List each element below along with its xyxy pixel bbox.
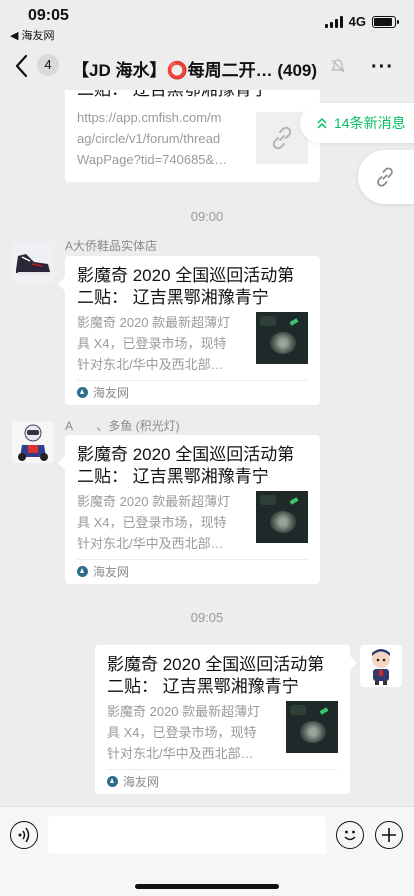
emoji-button[interactable] [336, 821, 364, 849]
cartoon-avatar-icon [360, 645, 402, 687]
card-thumbnail [286, 701, 338, 753]
more-options-button[interactable]: ··· [371, 56, 394, 79]
card-desc-line: 具 X4，已登录市场，现特 [107, 725, 257, 740]
link-icon [377, 167, 393, 187]
message-input[interactable] [48, 816, 326, 854]
network-type: 4G [348, 14, 366, 29]
emoji-icon [344, 830, 356, 841]
plus-icon [382, 828, 396, 842]
timestamp: 09:05 [190, 610, 224, 625]
source-name: 海友网 [93, 386, 130, 400]
chevron-left-icon [15, 54, 28, 78]
card-desc-line: 影魔奇 2020 款最新超薄灯 [77, 494, 231, 509]
card-desc-line: 影魔奇 2020 款最新超薄灯 [107, 704, 261, 719]
status-time: 09:05 [28, 7, 69, 24]
more-actions-button[interactable] [375, 821, 403, 849]
avatar[interactable] [12, 242, 54, 284]
card-divider [77, 380, 308, 381]
double-chevron-up-icon [317, 117, 327, 129]
message-input-bar [0, 806, 414, 896]
home-indicator [135, 884, 279, 889]
card-desc-line: 具 X4，已登录市场，现特 [77, 515, 227, 530]
chat-message-list[interactable]: 二贴： 辽吉黑鄂湘豫青宁 https://app.cmfish.com/m ag… [0, 90, 414, 806]
card-source: 海友网 [77, 563, 129, 580]
status-bar: 09:05 ◀ 海友网 4G [0, 0, 414, 44]
card-divider [77, 559, 308, 560]
source-name: 海友网 [93, 565, 130, 579]
floating-link-button[interactable] [358, 150, 414, 204]
sneaker-avatar-icon [12, 242, 54, 284]
bubble-tail [350, 656, 357, 670]
card-title-line: 影魔奇 2020 全国巡回活动第 [107, 655, 325, 674]
bubble-tail [58, 456, 65, 470]
link-message-card[interactable]: 影魔奇 2020 全国巡回活动第 二贴： 辽吉黑鄂湘豫青宁 影魔奇 2020 款… [65, 256, 320, 405]
racer-avatar-icon [12, 421, 54, 463]
new-messages-button[interactable]: 14条新消息 [300, 103, 414, 143]
card-url-line: ag/circle/v1/forum/thread [77, 131, 221, 146]
source-logo-icon [107, 776, 118, 787]
chat-header: 4 【JD 海水】⭕每周二开… (409) ··· [0, 44, 414, 90]
card-title: 二贴： 辽吉黑鄂湘豫青宁 [77, 90, 307, 101]
card-thumbnail [256, 312, 308, 364]
link-message-card[interactable]: 影魔奇 2020 全国巡回活动第 二贴： 辽吉黑鄂湘豫青宁 影魔奇 2020 款… [95, 645, 350, 794]
avatar[interactable] [12, 421, 54, 463]
card-title-line: 二贴： 辽吉黑鄂湘豫青宁 [77, 288, 269, 307]
ellipsis-icon: ··· [371, 56, 394, 78]
card-source: 海友网 [107, 773, 159, 790]
card-desc-line: 针对东北/华中及西北部… [107, 746, 254, 761]
card-desc-line: 影魔奇 2020 款最新超薄灯 [77, 315, 231, 330]
card-source: 海友网 [77, 384, 129, 401]
member-count: (409) [277, 61, 318, 80]
card-divider [107, 769, 338, 770]
card-desc-line: 针对东北/华中及西北部… [77, 536, 224, 551]
battery-icon [372, 15, 399, 28]
sender-name: A大侨鞋品实体店 [65, 239, 158, 253]
card-title-line: 影魔奇 2020 全国巡回活动第 [77, 266, 295, 285]
link-icon [272, 126, 292, 150]
card-desc-line: 针对东北/华中及西北部… [77, 357, 224, 372]
card-title-line: 二贴： 辽吉黑鄂湘豫青宁 [77, 467, 269, 486]
card-title-line: 影魔奇 2020 全国巡回活动第 [77, 445, 295, 464]
link-message-card[interactable]: 二贴： 辽吉黑鄂湘豫青宁 https://app.cmfish.com/m ag… [65, 90, 320, 182]
card-desc-line: 具 X4，已登录市场，现特 [77, 336, 227, 351]
link-message-card[interactable]: 影魔奇 2020 全国巡回活动第 二贴： 辽吉黑鄂湘豫青宁 影魔奇 2020 款… [65, 435, 320, 584]
signal-icon [324, 15, 343, 28]
new-messages-label: 14条新消息 [334, 115, 406, 131]
source-logo-icon [77, 387, 88, 398]
bubble-tail [58, 277, 65, 291]
chat-title-text: 【JD 海水】⭕每周二开… [72, 61, 273, 80]
card-url-line: WapPage?tid=740685&… [77, 152, 228, 167]
unread-count-badge: 4 [37, 54, 59, 76]
back-to-app-link[interactable]: ◀ 海友网 [10, 27, 55, 43]
my-avatar[interactable] [360, 645, 402, 687]
source-logo-icon [77, 566, 88, 577]
mute-bell-icon [331, 59, 345, 73]
card-url-line: https://app.cmfish.com/m [77, 110, 222, 125]
status-indicators: 4G [324, 14, 399, 29]
timestamp: 09:00 [190, 209, 224, 224]
chat-title[interactable]: 【JD 海水】⭕每周二开… (409) [72, 56, 317, 81]
sender-name: A 、多鱼 (积光灯) [65, 419, 180, 433]
source-name: 海友网 [123, 775, 160, 789]
card-title-line: 二贴： 辽吉黑鄂湘豫青宁 [107, 677, 299, 696]
voice-icon [18, 827, 30, 843]
voice-button[interactable] [10, 821, 38, 849]
card-thumbnail [256, 491, 308, 543]
